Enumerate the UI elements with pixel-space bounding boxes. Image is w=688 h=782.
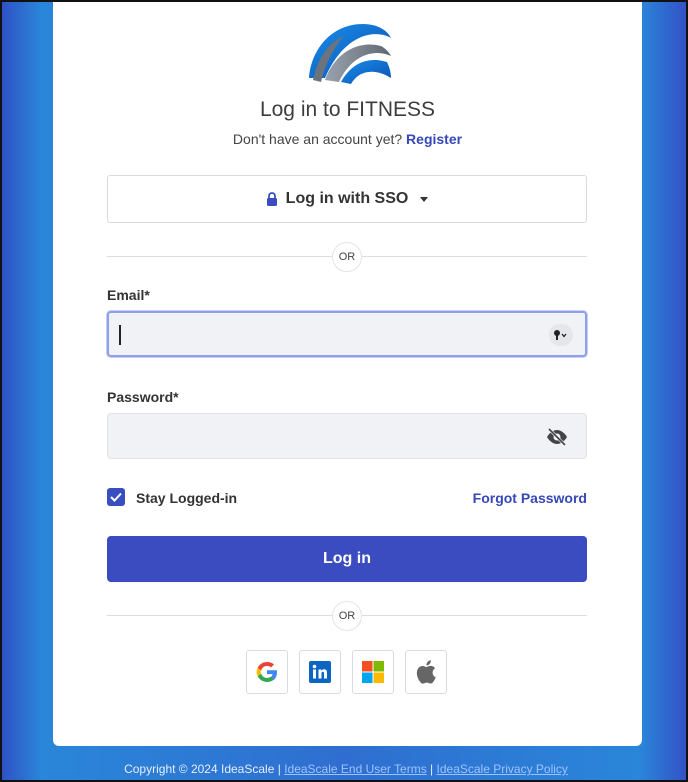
lock-icon <box>266 192 277 206</box>
page-title: Log in to FITNESS <box>259 98 436 121</box>
apple-login-button[interactable] <box>405 650 447 694</box>
google-login-button[interactable] <box>246 650 288 694</box>
end-user-terms-link[interactable]: IdeaScale End User Terms <box>284 762 427 776</box>
password-label: Password* <box>107 389 179 405</box>
register-prompt-text: Don't have an account yet? <box>232 131 403 147</box>
check-icon <box>110 492 122 502</box>
text-cursor <box>119 325 121 345</box>
email-field[interactable] <box>107 311 587 357</box>
login-button[interactable]: Log in <box>107 536 587 582</box>
linkedin-login-button[interactable] <box>299 650 341 694</box>
stay-logged-in-checkbox[interactable] <box>107 488 125 506</box>
email-label: Email* <box>107 287 150 303</box>
google-icon <box>256 662 277 682</box>
sso-login-button[interactable]: Log in with SSO <box>107 175 587 223</box>
register-prompt: Don't have an account yet? Register <box>53 131 642 147</box>
microsoft-icon <box>362 661 384 683</box>
password-manager-key-icon[interactable] <box>549 324 573 346</box>
copyright-text: Copyright © 2024 IdeaScale <box>124 762 275 776</box>
register-link[interactable]: Register <box>406 131 462 147</box>
login-card: Log in to FITNESS Don't have an account … <box>53 2 642 746</box>
footer-separator: | <box>277 762 281 776</box>
forgot-password-link[interactable]: Forgot Password <box>473 490 587 506</box>
privacy-policy-link[interactable]: IdeaScale Privacy Policy <box>437 762 568 776</box>
apple-icon <box>416 660 436 684</box>
eye-slash-icon[interactable] <box>546 427 568 447</box>
sso-label: Log in with SSO <box>285 190 409 207</box>
or-separator: OR <box>332 601 362 631</box>
microsoft-login-button[interactable] <box>352 650 394 694</box>
password-field[interactable] <box>107 413 587 459</box>
caret-down-icon <box>420 196 429 202</box>
stay-logged-in-label: Stay Logged-in <box>136 490 238 506</box>
or-separator: OR <box>332 242 362 272</box>
footer-separator: | <box>430 762 434 776</box>
fitness-logo <box>309 24 391 84</box>
linkedin-icon <box>309 661 331 683</box>
footer: Copyright © 2024 IdeaScale | IdeaScale E… <box>2 762 688 776</box>
